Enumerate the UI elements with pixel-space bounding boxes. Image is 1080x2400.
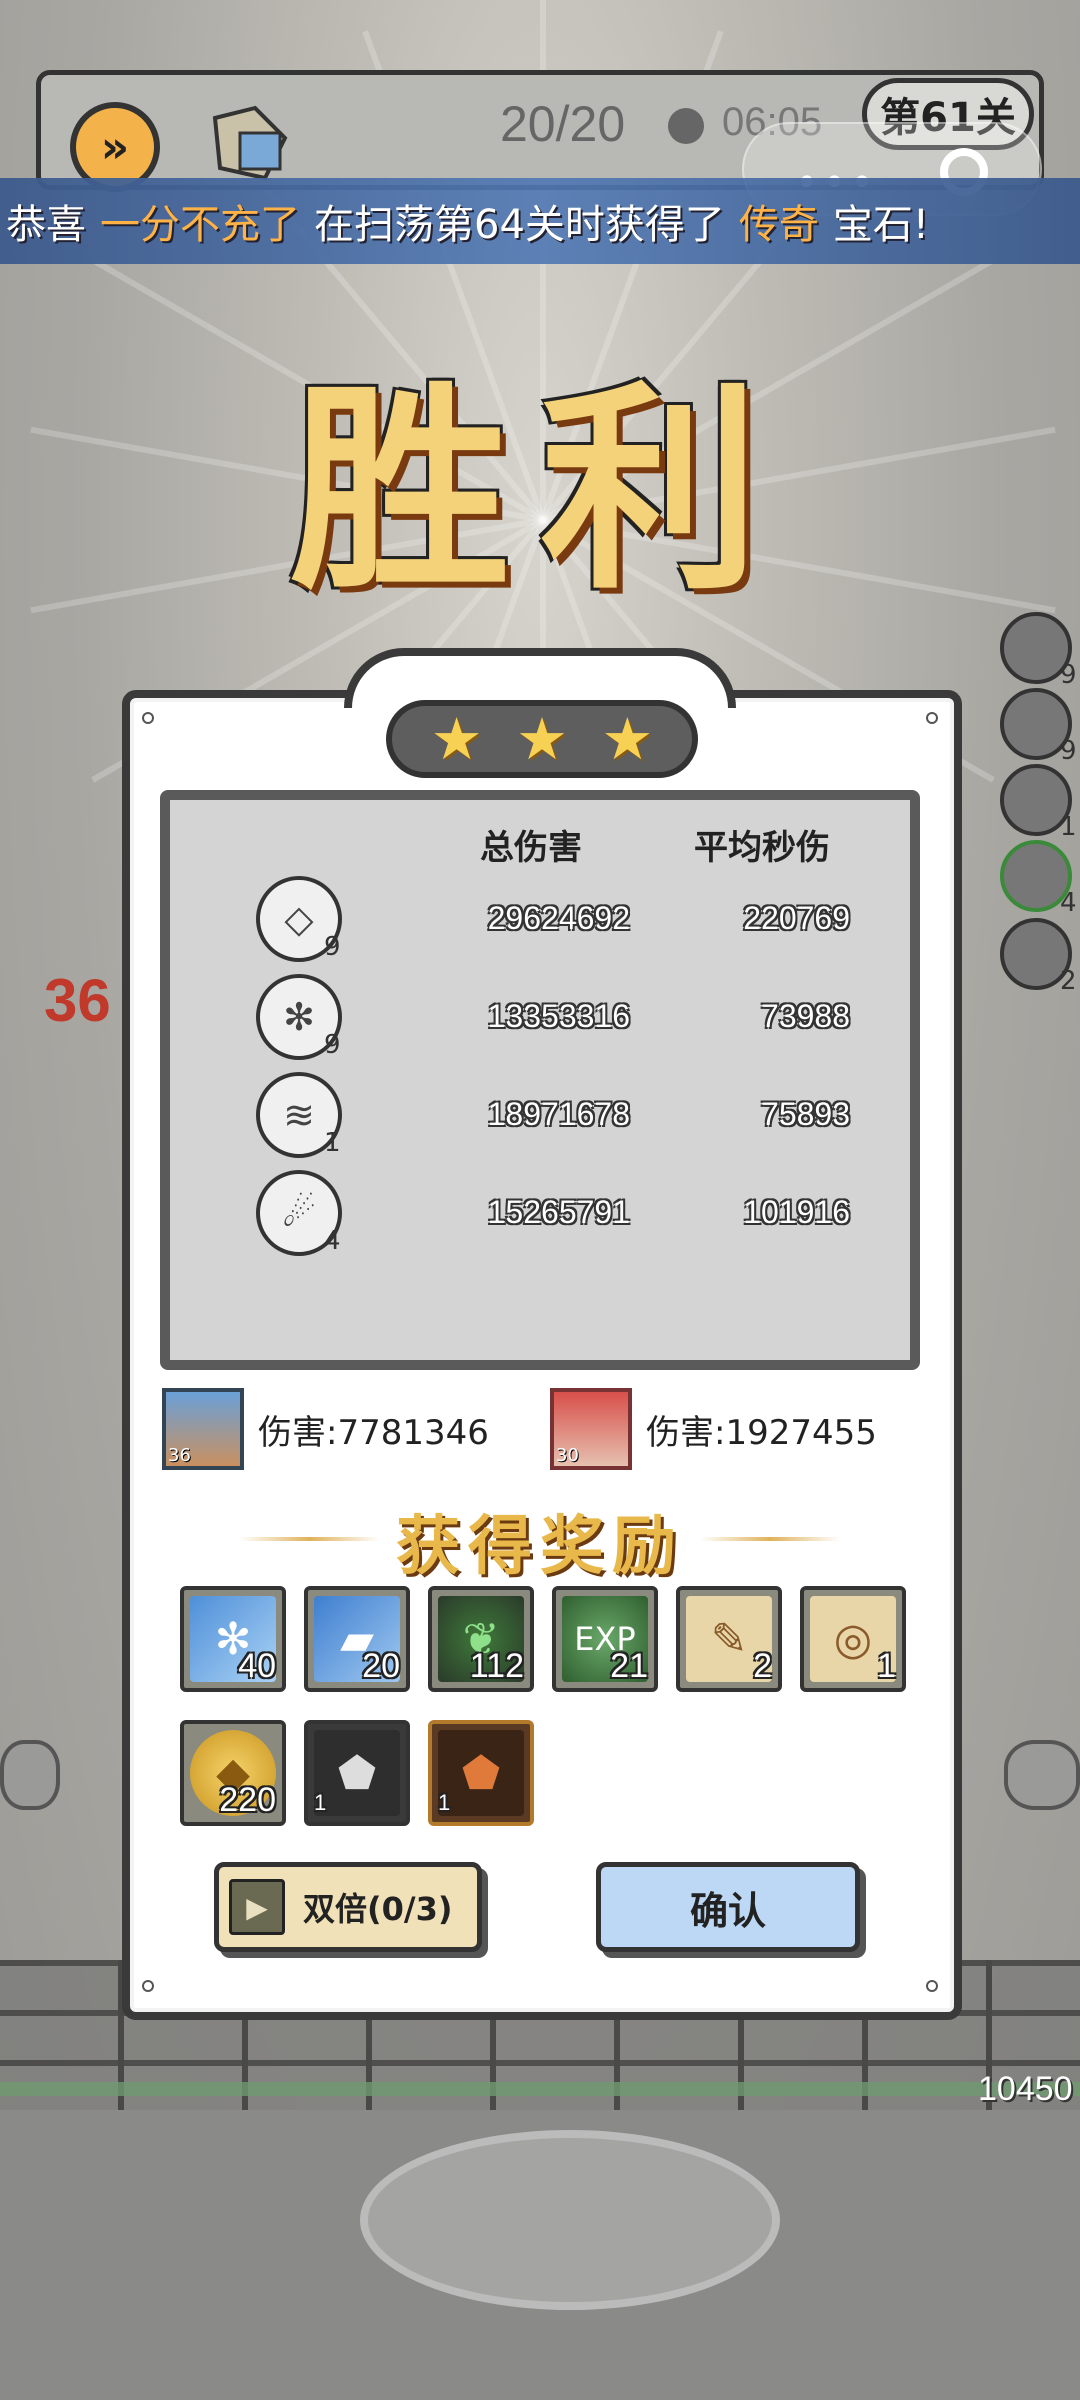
skill-level: 4 xyxy=(324,1226,341,1256)
reward-item[interactable]: ⬟ 1 xyxy=(428,1720,534,1826)
reward-count: 1 xyxy=(438,1790,451,1815)
reward-count: 21 xyxy=(610,1647,648,1685)
banner-player: 一分不充了 xyxy=(100,202,300,248)
total-damage-value: 29624692 xyxy=(487,900,630,936)
confirm-button[interactable]: 确认 xyxy=(596,1862,860,1952)
hero-level: 30 xyxy=(556,1445,579,1466)
reward-item[interactable]: ✻ 40 xyxy=(180,1586,286,1692)
rivet xyxy=(142,712,154,724)
avg-dps-value: 73988 xyxy=(761,998,850,1034)
header-avg-dps: 平均秒伤 xyxy=(694,828,830,868)
header-total-damage: 总伤害 xyxy=(480,828,582,868)
reward-count: 112 xyxy=(469,1647,524,1685)
damage-stats-table: 总伤害 平均秒伤 ◇ 9 29624692 220769 ✻ 9 1335331… xyxy=(160,790,920,1370)
reward-count: 20 xyxy=(362,1647,400,1685)
avg-dps-value: 220769 xyxy=(743,900,850,936)
total-damage-value: 13353316 xyxy=(487,998,630,1034)
fast-forward-icon: » xyxy=(100,121,130,173)
rivet xyxy=(142,1980,154,1992)
banner-middle: 在扫荡第64关时获得了 xyxy=(314,202,725,248)
banner-suffix: 宝石! xyxy=(832,202,929,248)
reward-item[interactable]: ⬟ 1 xyxy=(304,1720,410,1826)
double-reward-button[interactable]: ▶ 双倍(0/3) xyxy=(214,1862,482,1952)
reward-count: 40 xyxy=(238,1647,276,1685)
wall-hp-line xyxy=(0,2082,1080,2096)
reward-title: 获得奖励 xyxy=(396,1509,684,1584)
side-skill-level-1: 9 xyxy=(1060,660,1077,690)
star-rating: ★ ★ ★ xyxy=(386,700,698,778)
rivet xyxy=(926,1980,938,1992)
victory-title: 胜利 xyxy=(289,360,790,619)
skill-level: 9 xyxy=(324,1030,341,1060)
reward-count: 2 xyxy=(753,1647,772,1685)
skill-level: 9 xyxy=(324,932,341,962)
total-damage-value: 18971678 xyxy=(487,1096,630,1132)
rivet xyxy=(926,712,938,724)
side-skill-level-4: 4 xyxy=(1060,888,1077,918)
banner-prefix: 恭喜 xyxy=(6,202,86,248)
hero-avatar[interactable]: 36 xyxy=(162,1388,244,1470)
reward-item[interactable]: ✎ 2 xyxy=(676,1586,782,1692)
total-damage-value: 15265791 xyxy=(487,1194,630,1230)
reward-item[interactable]: ◆ 220 xyxy=(180,1720,286,1826)
silver-ore-icon: ⬟ xyxy=(314,1730,400,1816)
side-skill-level-5: 2 xyxy=(1060,966,1077,996)
video-play-icon: ▶ xyxy=(229,1879,285,1935)
avg-dps-value: 75893 xyxy=(761,1096,850,1132)
potion-item-icon xyxy=(195,88,305,188)
left-barricade-icon xyxy=(0,1740,60,1810)
star-icon: ★ xyxy=(601,705,654,773)
copper-ore-icon: ⬟ xyxy=(438,1730,524,1816)
broadcast-banner: 恭喜 一分不充了 在扫荡第64关时获得了 传奇 宝石! xyxy=(0,178,1080,264)
star-icon: ★ xyxy=(515,705,568,773)
hero-damage-text: 伤害:1927455 xyxy=(646,1412,877,1453)
clock-icon xyxy=(668,108,704,144)
star-icon: ★ xyxy=(430,705,483,773)
hero-damage-1: 36 伤害:7781346 xyxy=(162,1388,489,1470)
hero-damage-2: 30 伤害:1927455 xyxy=(550,1388,877,1470)
panel-arch xyxy=(344,648,736,708)
hero-avatar[interactable]: 30 xyxy=(550,1388,632,1470)
damage-popup: 36 xyxy=(44,967,111,1034)
reward-item[interactable]: ▰ 20 xyxy=(304,1586,410,1692)
reward-count: 1 xyxy=(877,1647,896,1685)
side-skill-level-2: 9 xyxy=(1060,736,1077,766)
reward-item[interactable]: ◎ 1 xyxy=(800,1586,906,1692)
reward-item[interactable]: EXP 21 xyxy=(552,1586,658,1692)
summoning-circle xyxy=(360,2130,780,2310)
reward-item[interactable]: ❦ 112 xyxy=(428,1586,534,1692)
reward-count: 1 xyxy=(314,1790,327,1815)
banner-rarity: 传奇 xyxy=(738,202,819,248)
avg-dps-value: 101916 xyxy=(743,1194,850,1230)
energy-count: 20/20 xyxy=(500,96,626,152)
boss-hp: 10450 xyxy=(978,2070,1073,2108)
double-label: 双倍(0/3) xyxy=(303,1890,453,1928)
skill-level: 1 xyxy=(324,1128,341,1158)
side-skill-level-3: 1 xyxy=(1060,812,1077,842)
hero-level: 36 xyxy=(168,1445,191,1466)
reward-count: 220 xyxy=(219,1781,276,1819)
right-barricade-icon xyxy=(1004,1740,1080,1810)
hero-damage-text: 伤害:7781346 xyxy=(258,1412,489,1453)
